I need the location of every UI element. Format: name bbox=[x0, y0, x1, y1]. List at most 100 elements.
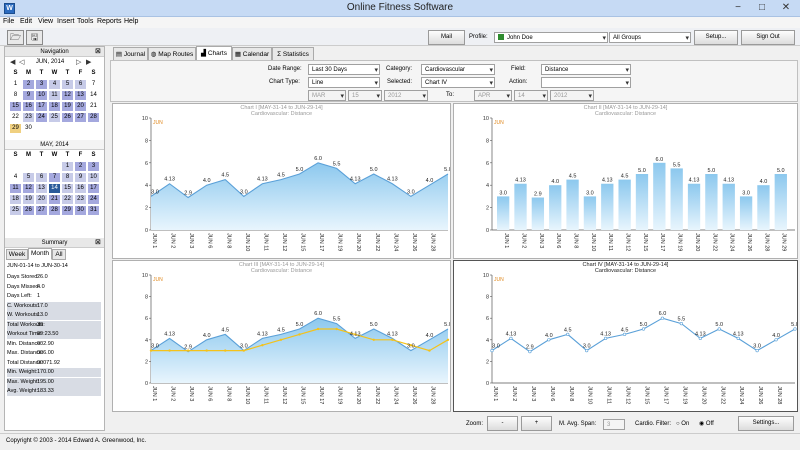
next-year-icon[interactable]: ▶ bbox=[86, 58, 91, 66]
tab-statistics[interactable]: Σ Statistics bbox=[272, 47, 314, 61]
calendar-day[interactable]: 16 bbox=[75, 184, 86, 193]
calendar-day[interactable]: 17 bbox=[88, 184, 99, 193]
sign-out-button[interactable]: Sign Out bbox=[741, 30, 795, 45]
menu-view[interactable]: View bbox=[38, 18, 53, 25]
summary-tab-month[interactable]: Month bbox=[28, 248, 52, 260]
calendar-day[interactable]: 20 bbox=[75, 102, 86, 111]
date-range-select[interactable]: Last 30 Days bbox=[308, 64, 380, 75]
calendar-day[interactable]: 18 bbox=[10, 195, 21, 204]
tab-map-routes[interactable]: ◍ Map Routes bbox=[148, 47, 196, 61]
calendar-day[interactable]: 15 bbox=[10, 102, 21, 111]
settings-button[interactable]: Settings... bbox=[738, 416, 794, 431]
calendar-day[interactable]: 29 bbox=[10, 124, 21, 133]
close-button[interactable]: ✕ bbox=[774, 0, 798, 17]
to-month-select[interactable]: APR bbox=[474, 90, 512, 101]
calendar-day[interactable]: 2 bbox=[23, 80, 34, 89]
next-month-icon[interactable]: ▷ bbox=[76, 58, 81, 66]
calendar-day[interactable]: 27 bbox=[75, 113, 86, 122]
menu-tools[interactable]: Tools bbox=[77, 18, 93, 25]
calendar-day[interactable]: 23 bbox=[23, 113, 34, 122]
calendar-day[interactable]: 25 bbox=[10, 206, 21, 215]
category-select[interactable]: Cardiovascular bbox=[421, 64, 495, 75]
calendar-day[interactable]: 22 bbox=[10, 113, 21, 122]
calendar-day[interactable]: 19 bbox=[62, 102, 73, 111]
calendar-day[interactable]: 24 bbox=[88, 195, 99, 204]
selected-select[interactable]: Chart IV bbox=[421, 77, 495, 88]
close-navigation-icon[interactable]: ⊠ bbox=[95, 47, 101, 55]
menu-help[interactable]: Help bbox=[124, 18, 138, 25]
calendar-day[interactable]: 11 bbox=[49, 91, 60, 100]
to-day-select[interactable]: 14 bbox=[514, 90, 548, 101]
calendar-day[interactable]: 23 bbox=[75, 195, 86, 204]
mavg-span-input[interactable]: 3 bbox=[603, 419, 625, 430]
cardio-on-radio[interactable]: ○ On bbox=[676, 419, 689, 430]
calendar-day[interactable]: 1 bbox=[10, 80, 21, 89]
calendar-day[interactable]: 9 bbox=[23, 91, 34, 100]
calendar-day[interactable]: 15 bbox=[62, 184, 73, 193]
calendar-day[interactable]: 22 bbox=[62, 195, 73, 204]
field-select[interactable]: Distance bbox=[541, 64, 631, 75]
menu-file[interactable]: File bbox=[3, 18, 14, 25]
tab-charts[interactable]: ▟ Charts bbox=[196, 46, 232, 61]
calendar-day[interactable]: 25 bbox=[49, 113, 60, 122]
calendar-day[interactable]: 30 bbox=[23, 124, 34, 133]
calendar-day[interactable]: 19 bbox=[23, 195, 34, 204]
calendar-day[interactable]: 12 bbox=[23, 184, 34, 193]
from-day-select[interactable]: 15 bbox=[348, 90, 382, 101]
calendar-day[interactable]: 28 bbox=[88, 113, 99, 122]
calendar-day[interactable]: 17 bbox=[36, 102, 47, 111]
calendar-day[interactable]: 28 bbox=[49, 206, 60, 215]
calendar-day[interactable]: 20 bbox=[36, 195, 47, 204]
prev-month-icon[interactable]: ◁ bbox=[19, 58, 24, 66]
maximize-button[interactable]: □ bbox=[750, 0, 774, 17]
menu-insert[interactable]: Insert bbox=[57, 18, 75, 25]
summary-tab-week[interactable]: Week bbox=[6, 249, 28, 260]
open-folder-icon[interactable]: 🗁 bbox=[7, 30, 24, 45]
calendar-day[interactable]: 21 bbox=[49, 195, 60, 204]
action-select[interactable] bbox=[541, 77, 631, 88]
calendar-day[interactable]: 6 bbox=[36, 173, 47, 182]
from-month-select[interactable]: MAR bbox=[308, 90, 346, 101]
calendar-day[interactable]: 4 bbox=[10, 173, 21, 182]
calendar-day[interactable]: 10 bbox=[36, 91, 47, 100]
group-select[interactable]: All Groups bbox=[609, 32, 691, 43]
minimize-button[interactable]: − bbox=[726, 0, 750, 17]
menu-edit[interactable]: Edit bbox=[20, 18, 32, 25]
calendar-day[interactable]: 26 bbox=[23, 206, 34, 215]
calendar-day[interactable]: 14 bbox=[49, 184, 60, 193]
calendar-day[interactable]: 7 bbox=[49, 173, 60, 182]
to-year-select[interactable]: 2012 bbox=[550, 90, 594, 101]
calendar-day[interactable]: 21 bbox=[88, 102, 99, 111]
calendar-day[interactable]: 4 bbox=[49, 80, 60, 89]
cardio-off-radio[interactable]: ◉ Off bbox=[699, 419, 714, 430]
summary-tab-all[interactable]: All bbox=[52, 249, 66, 260]
calendar-day[interactable]: 8 bbox=[62, 173, 73, 182]
profile-select[interactable]: John Doe bbox=[494, 32, 608, 43]
calendar-day[interactable]: 5 bbox=[23, 173, 34, 182]
calendar-day[interactable]: 9 bbox=[75, 173, 86, 182]
calendar-day[interactable]: 3 bbox=[36, 80, 47, 89]
calendar-day[interactable]: 31 bbox=[88, 206, 99, 215]
tab-journal[interactable]: ▤ Journal bbox=[113, 47, 148, 61]
save-icon[interactable]: 🖫 bbox=[26, 30, 43, 45]
zoom-out-button[interactable]: - bbox=[487, 416, 518, 431]
calendar-day[interactable]: 1 bbox=[62, 162, 73, 171]
chart-4-panel[interactable]: Chart IV [MAY-31-14 to JUN-29-14] Cardio… bbox=[453, 260, 798, 412]
from-year-select[interactable]: 2012 bbox=[384, 90, 428, 101]
calendar-day[interactable]: 26 bbox=[62, 113, 73, 122]
calendar-day[interactable]: 3 bbox=[88, 162, 99, 171]
calendar-day[interactable]: 8 bbox=[10, 91, 21, 100]
calendar-day[interactable]: 14 bbox=[88, 91, 99, 100]
calendar-day[interactable]: 2 bbox=[75, 162, 86, 171]
calendar-day[interactable]: 11 bbox=[10, 184, 21, 193]
menu-reports[interactable]: Reports bbox=[97, 18, 122, 25]
calendar-day[interactable]: 27 bbox=[36, 206, 47, 215]
calendar-day[interactable]: 16 bbox=[23, 102, 34, 111]
close-summary-icon[interactable]: ⊠ bbox=[95, 238, 101, 246]
calendar-day[interactable]: 13 bbox=[75, 91, 86, 100]
mail-button[interactable]: Mail bbox=[428, 30, 465, 45]
calendar-day[interactable]: 18 bbox=[49, 102, 60, 111]
calendar-day[interactable]: 7 bbox=[88, 80, 99, 89]
prev-year-icon[interactable]: ◀ bbox=[10, 58, 15, 66]
setup-button[interactable]: Setup... bbox=[694, 30, 738, 45]
